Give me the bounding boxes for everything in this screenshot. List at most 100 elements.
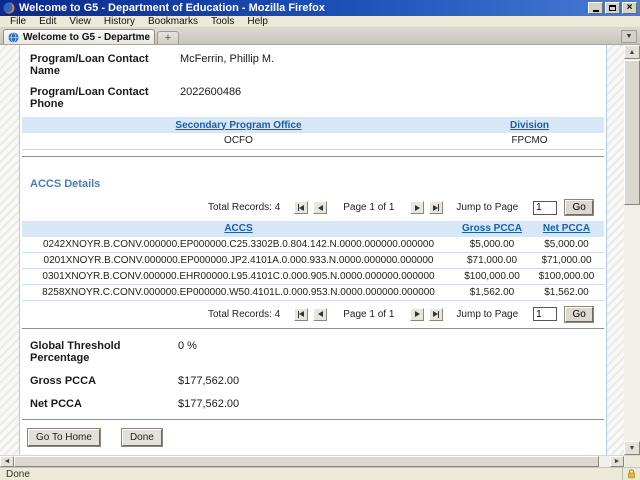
restore-icon bbox=[609, 5, 616, 11]
plus-icon: + bbox=[165, 32, 171, 44]
scroll-right-icon: ► bbox=[614, 458, 621, 465]
gross-pcca-total-label: Gross PCCA bbox=[30, 375, 178, 387]
net-pcca-value: $1,562.00 bbox=[529, 285, 604, 301]
next-page-button[interactable] bbox=[410, 201, 424, 214]
gross-pcca-value: $1,562.00 bbox=[455, 285, 529, 301]
pagination-bottom: Total Records: 4 Page 1 of 1 Jump to Pag… bbox=[208, 306, 606, 322]
jump-to-page-input[interactable] bbox=[533, 201, 557, 215]
accs-table: ACCS Gross PCCA Net PCCA 0242XNOYR.B.CON… bbox=[22, 221, 604, 302]
scroll-down-icon: ▼ bbox=[629, 445, 636, 452]
window-title: Welcome to G5 - Department of Education … bbox=[19, 2, 325, 14]
gross-pcca-total-value: $177,562.00 bbox=[178, 375, 239, 387]
accs-code: 0242XNOYR.B.CONV.000000.EP000000.C25.330… bbox=[22, 237, 455, 253]
horizontal-scrollbar-thumb[interactable] bbox=[14, 456, 599, 467]
scroll-down-button[interactable]: ▼ bbox=[624, 441, 640, 455]
go-to-home-button[interactable]: Go To Home bbox=[28, 429, 100, 446]
first-page-icon bbox=[299, 311, 304, 317]
total-records: Total Records: 4 bbox=[208, 309, 280, 320]
web-page: Program/Loan Contact Name McFerrin, Phil… bbox=[20, 45, 606, 455]
tab-strip: Welcome to G5 - Department of Edu... + ▼ bbox=[0, 28, 640, 45]
next-page-button[interactable] bbox=[410, 308, 424, 321]
scroll-right-button[interactable]: ► bbox=[610, 456, 624, 467]
gross-pcca-value: $100,000.00 bbox=[455, 269, 529, 285]
globe-favicon-icon bbox=[8, 32, 19, 43]
contact-phone-value: 2022600486 bbox=[180, 86, 241, 110]
tab-welcome-g5[interactable]: Welcome to G5 - Department of Edu... bbox=[3, 29, 155, 44]
accs-details-heading: ACCS Details bbox=[30, 178, 606, 190]
status-bar: Done bbox=[0, 467, 640, 480]
page-left-margin bbox=[0, 45, 19, 455]
new-tab-button[interactable]: + bbox=[157, 31, 179, 44]
prev-page-button[interactable] bbox=[313, 308, 327, 321]
header-secondary-program-office[interactable]: Secondary Program Office bbox=[22, 117, 455, 133]
scroll-left-button[interactable]: ◄ bbox=[0, 456, 14, 467]
header-gross-pcca[interactable]: Gross PCCA bbox=[455, 221, 529, 237]
last-page-icon bbox=[438, 204, 439, 211]
header-net-pcca[interactable]: Net PCCA bbox=[529, 221, 604, 237]
padlock-icon bbox=[627, 469, 636, 479]
first-page-button[interactable] bbox=[294, 308, 308, 321]
vertical-scrollbar[interactable]: ▲ ▼ bbox=[624, 45, 640, 455]
scroll-up-icon: ▲ bbox=[629, 49, 636, 56]
minimize-icon bbox=[593, 10, 599, 12]
scroll-up-button[interactable]: ▲ bbox=[624, 45, 640, 59]
close-button[interactable]: × bbox=[622, 2, 637, 14]
net-pcca-total-label: Net PCCA bbox=[30, 398, 178, 410]
menu-help[interactable]: Help bbox=[241, 16, 274, 27]
menu-history[interactable]: History bbox=[98, 16, 141, 27]
first-page-button[interactable] bbox=[294, 201, 308, 214]
secure-lock-panel[interactable] bbox=[622, 468, 640, 480]
firefox-icon bbox=[3, 2, 15, 14]
table-row: 8258XNOYR.C.CONV.000000.EP000000.W50.410… bbox=[22, 285, 604, 301]
prev-page-icon bbox=[318, 205, 323, 211]
jump-to-page-label: Jump to Page bbox=[456, 309, 518, 320]
vertical-scrollbar-thumb[interactable] bbox=[624, 60, 640, 205]
horizontal-scrollbar[interactable]: ◄ ► bbox=[0, 455, 640, 467]
menu-file[interactable]: File bbox=[4, 16, 32, 27]
last-page-icon bbox=[438, 311, 439, 318]
jump-to-page-label: Jump to Page bbox=[456, 202, 518, 213]
global-threshold-value: 0 % bbox=[178, 340, 197, 364]
jump-to-page-input[interactable] bbox=[533, 307, 557, 321]
last-page-button[interactable] bbox=[429, 201, 443, 214]
go-button[interactable]: Go bbox=[565, 200, 593, 215]
prev-page-icon bbox=[318, 311, 323, 317]
prev-page-button[interactable] bbox=[313, 201, 327, 214]
next-page-icon bbox=[415, 205, 420, 211]
go-button[interactable]: Go bbox=[565, 307, 593, 322]
office-table: Secondary Program Office Division OCFO F… bbox=[22, 117, 604, 150]
divider bbox=[22, 419, 604, 420]
office-value: OCFO bbox=[22, 133, 455, 149]
header-accs[interactable]: ACCS bbox=[22, 221, 455, 237]
menu-bar: File Edit View History Bookmarks Tools H… bbox=[0, 16, 640, 28]
net-pcca-value: $100,000.00 bbox=[529, 269, 604, 285]
close-icon: × bbox=[627, 3, 633, 13]
done-button[interactable]: Done bbox=[122, 429, 162, 446]
menu-bookmarks[interactable]: Bookmarks bbox=[142, 16, 204, 27]
table-row: 0201XNOYR.B.CONV.000000.EP000000.JP2.410… bbox=[22, 253, 604, 269]
first-page-icon bbox=[299, 205, 304, 211]
accs-code: 0301XNOYR.B.CONV.000000.EHR00000.L95.410… bbox=[22, 269, 455, 285]
divider bbox=[22, 156, 604, 157]
net-pcca-value: $5,000.00 bbox=[529, 237, 604, 253]
scroll-left-icon: ◄ bbox=[4, 458, 11, 465]
header-division[interactable]: Division bbox=[455, 117, 604, 133]
minimize-button[interactable] bbox=[588, 2, 603, 14]
gross-pcca-value: $71,000.00 bbox=[455, 253, 529, 269]
net-pcca-total-value: $177,562.00 bbox=[178, 398, 239, 410]
menu-tools[interactable]: Tools bbox=[205, 16, 240, 27]
last-page-button[interactable] bbox=[429, 308, 443, 321]
page-indicator: Page 1 of 1 bbox=[343, 202, 394, 213]
accs-code: 0201XNOYR.B.CONV.000000.EP000000.JP2.410… bbox=[22, 253, 455, 269]
menu-edit[interactable]: Edit bbox=[33, 16, 62, 27]
menu-view[interactable]: View bbox=[63, 16, 97, 27]
restore-button[interactable] bbox=[605, 2, 620, 14]
divider bbox=[22, 328, 604, 329]
list-all-tabs-button[interactable]: ▼ bbox=[621, 30, 637, 43]
contact-phone-label: Program/Loan Contact Phone bbox=[30, 86, 180, 110]
table-row: 0301XNOYR.B.CONV.000000.EHR00000.L95.410… bbox=[22, 269, 604, 285]
page-indicator: Page 1 of 1 bbox=[343, 309, 394, 320]
page-right-margin bbox=[607, 45, 624, 455]
next-page-icon bbox=[415, 311, 420, 317]
status-text: Done bbox=[0, 469, 622, 480]
